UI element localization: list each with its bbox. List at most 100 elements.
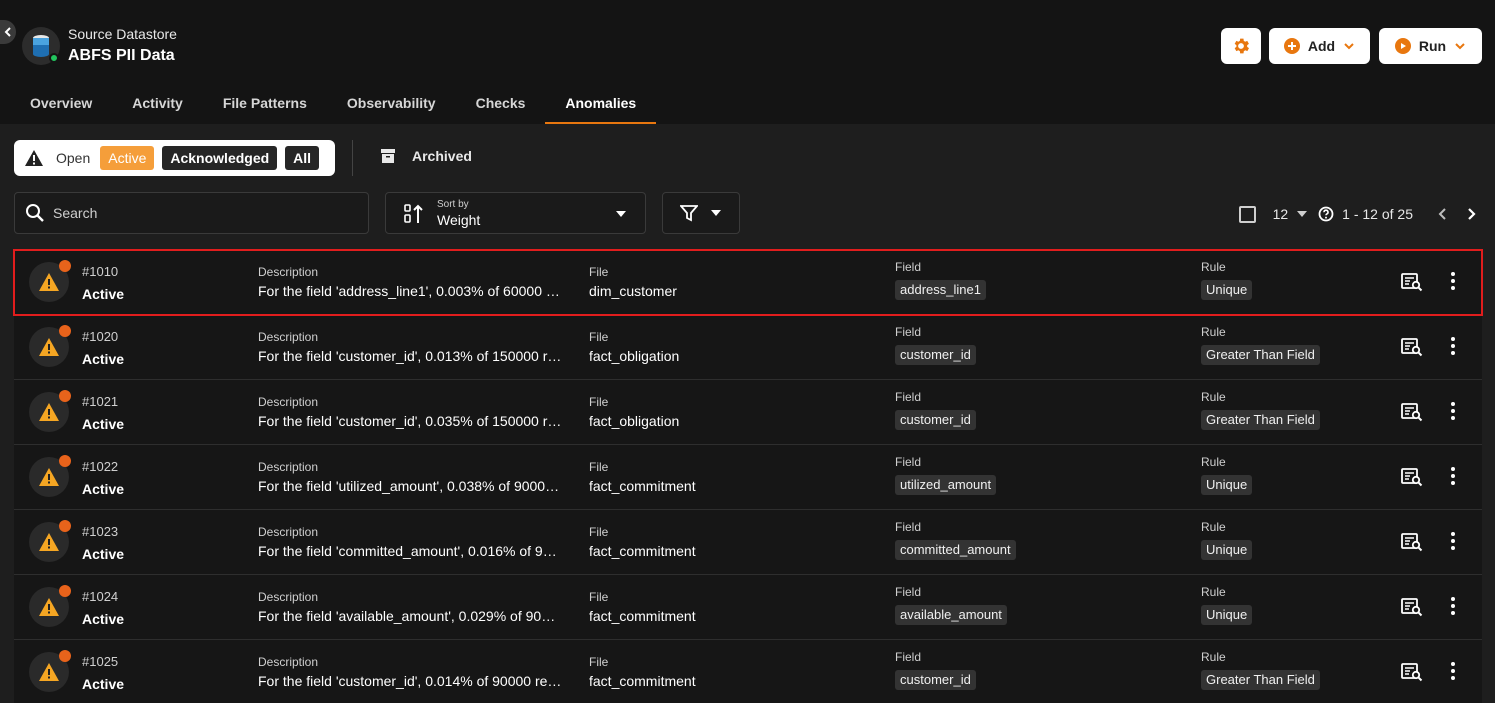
prev-page-button[interactable] [1431,202,1455,226]
vertical-dots-icon [1451,467,1455,485]
warning-icon [39,273,59,291]
anomaly-avatar [29,585,71,627]
more-options-button[interactable] [1447,532,1459,552]
anomaly-file: fact_commitment [589,543,696,559]
warning-icon [39,468,59,486]
caret-down-icon[interactable] [1296,210,1308,218]
anomaly-list: #1010 Active Description For the field '… [13,249,1483,703]
rule-label: Rule [1201,390,1226,404]
anomaly-status: Active [82,351,125,367]
more-options-button[interactable] [1447,272,1459,292]
add-button[interactable]: Add [1269,28,1370,64]
anomaly-field-tag: customer_id [895,670,976,690]
tab-checks[interactable]: Checks [456,84,546,124]
next-page-button[interactable] [1459,202,1483,226]
file-label: File [589,330,609,344]
search-input[interactable] [53,205,353,221]
more-options-button[interactable] [1447,662,1459,682]
anomaly-description: For the field 'committed_amount', 0.016%… [258,543,562,559]
rule-label: Rule [1201,520,1226,534]
anomaly-row[interactable]: #1010 Active Description For the field '… [13,249,1483,316]
inspect-button[interactable] [1401,532,1423,557]
field-label: Field [895,585,922,599]
anomaly-avatar [29,325,71,367]
vertical-dots-icon [1451,597,1455,615]
more-options-button[interactable] [1447,402,1459,422]
vertical-dots-icon [1451,337,1455,355]
inspect-icon [1401,273,1423,292]
sort-value: Weight [437,212,481,228]
collapse-sidebar-button[interactable] [0,20,16,44]
field-label: Field [895,390,922,404]
page-size-value[interactable]: 12 [1273,206,1289,222]
sort-dropdown[interactable]: Sort by Weight [385,192,646,234]
anomaly-field-tag: available_amount [895,605,1007,625]
file-label: File [589,655,609,669]
tab-observability[interactable]: Observability [327,84,456,124]
play-circle-icon [1394,38,1411,54]
more-options-button[interactable] [1447,467,1459,487]
description-label: Description [258,460,319,474]
anomaly-row[interactable]: #1021 Active Description For the field '… [14,380,1482,445]
more-options-button[interactable] [1447,337,1459,357]
run-button-label: Run [1418,38,1447,54]
anomaly-file: fact_commitment [589,673,696,689]
archived-filter[interactable]: Archived [380,148,472,164]
anomaly-field-tag: address_line1 [895,280,986,300]
status-open-label[interactable]: Open [56,150,90,166]
anomaly-id: #1020 [82,329,119,344]
anomaly-rule-tag: Greater Than Field [1201,345,1320,365]
tab-overview[interactable]: Overview [10,84,112,124]
new-indicator-dot [59,390,71,402]
vertical-dots-icon [1451,402,1455,420]
more-options-button[interactable] [1447,597,1459,617]
anomaly-id: #1023 [82,524,119,539]
run-button[interactable]: Run [1379,28,1482,64]
anomaly-rule-tag: Unique [1201,605,1253,625]
anomaly-status: Active [82,611,125,627]
inspect-button[interactable] [1401,272,1423,297]
chevron-down-icon [1344,43,1354,50]
archive-icon [381,149,395,163]
anomaly-row[interactable]: #1020 Active Description For the field '… [14,315,1482,380]
inspect-icon [1401,468,1423,487]
inspect-button[interactable] [1401,597,1423,622]
inspect-icon [1401,598,1423,617]
anomaly-row[interactable]: #1023 Active Description For the field '… [14,510,1482,575]
archived-label: Archived [412,148,472,164]
filter-button[interactable] [662,192,740,234]
anomaly-row[interactable]: #1022 Active Description For the field '… [14,445,1482,510]
field-label: Field [895,650,922,664]
anomaly-file: fact_obligation [589,348,680,364]
inspect-button[interactable] [1401,662,1423,687]
tab-file-patterns[interactable]: File Patterns [203,84,327,124]
file-label: File [589,525,609,539]
inspect-icon [1401,663,1423,682]
search-box [14,192,369,234]
chevron-down-icon [1455,43,1465,50]
tab-activity[interactable]: Activity [112,84,203,124]
filter-divider [352,140,353,176]
file-label: File [589,265,609,279]
rule-label: Rule [1201,455,1226,469]
status-active-chip[interactable]: Active [100,146,155,170]
pagination: 12 1 - 12 of 25 [1238,200,1483,228]
anomaly-rule-tag: Greater Than Field [1201,670,1320,690]
anomaly-status: Active [82,286,125,302]
description-label: Description [258,395,319,409]
inspect-button[interactable] [1401,467,1423,492]
plus-circle-icon [1283,38,1300,54]
settings-button[interactable] [1221,28,1261,64]
anomaly-row[interactable]: #1025 Active Description For the field '… [14,640,1482,703]
inspect-button[interactable] [1401,402,1423,427]
anomaly-row[interactable]: #1024 Active Description For the field '… [14,575,1482,640]
help-icon[interactable] [1318,206,1334,222]
tab-anomalies[interactable]: Anomalies [545,84,657,124]
status-acknowledged-chip[interactable]: Acknowledged [162,146,278,170]
select-all-checkbox[interactable] [1238,205,1256,223]
status-all-chip[interactable]: All [285,146,320,170]
anomaly-id: #1010 [82,264,119,279]
anomaly-rule-tag: Unique [1201,475,1253,495]
inspect-button[interactable] [1401,337,1423,362]
vertical-dots-icon [1451,272,1455,290]
